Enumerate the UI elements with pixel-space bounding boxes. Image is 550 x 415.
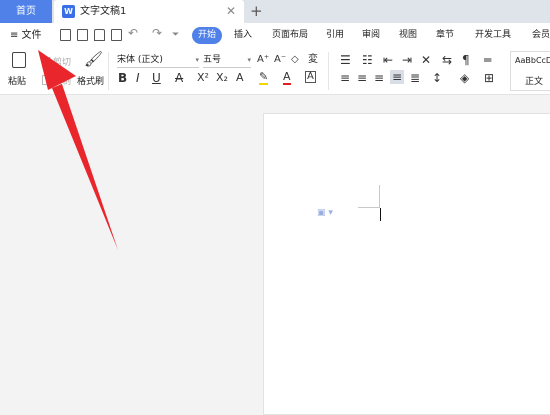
tab-review[interactable]: 审阅 (362, 23, 380, 48)
text-direction-icon[interactable]: ⇆ (442, 53, 452, 67)
numbered-list-icon[interactable]: ☷ (362, 53, 373, 67)
chinese-layout-icon[interactable]: ✕ (421, 53, 431, 67)
shading-icon[interactable]: ◈ (460, 71, 469, 85)
tab-sections[interactable]: 章节 (436, 23, 454, 48)
line-spacing-icon[interactable]: ↕ (432, 71, 442, 85)
print-icon[interactable] (94, 29, 105, 41)
grow-font-icon[interactable]: A⁺ (257, 53, 269, 67)
tab-member[interactable]: 会员 (532, 23, 550, 48)
align-right-icon[interactable]: ≡ (374, 71, 384, 85)
character-border-icon[interactable]: A (305, 71, 316, 83)
divider (108, 52, 109, 90)
redo-icon[interactable]: ↷ (152, 26, 162, 40)
text-effects-icon[interactable]: A (236, 71, 244, 85)
phonetic-guide-icon[interactable]: 変 (308, 53, 318, 67)
margin-corner-mark (379, 185, 380, 207)
document-page[interactable] (263, 113, 550, 415)
align-left-icon[interactable]: ≡ (340, 71, 350, 85)
format-painter-button[interactable]: 格式刷 (77, 74, 104, 87)
highlight-icon[interactable]: ✎ (259, 71, 269, 85)
decrease-indent-icon[interactable]: ⇤ (383, 53, 393, 67)
bullet-list-icon[interactable]: ☰ (340, 53, 351, 67)
menu-bar: ≡ 文件 ↶ ↷ ⏷ 开始 插入 页面布局 引用 审阅 视图 章节 开发工具 会… (0, 23, 550, 48)
file-menu[interactable]: ≡ 文件 (10, 23, 42, 48)
subscript-icon[interactable]: X₂ (216, 71, 228, 85)
clear-format-icon[interactable]: ◇ (291, 53, 299, 67)
document-title: 文字文稿1 (80, 6, 127, 17)
increase-indent-icon[interactable]: ⇥ (402, 53, 412, 67)
copy-button[interactable]: 复制 (53, 74, 71, 87)
close-tab-icon[interactable]: ✕ (226, 0, 236, 23)
font-size-value: 五号 (203, 55, 222, 65)
underline-icon[interactable]: U (152, 71, 161, 85)
ruler-icon[interactable]: ═ (484, 53, 491, 67)
italic-icon[interactable]: I (136, 71, 140, 85)
new-tab-icon[interactable]: + (250, 0, 263, 23)
copy-icon[interactable] (42, 75, 51, 85)
show-paragraph-marks-icon[interactable]: ¶ (462, 53, 470, 67)
justify-icon[interactable]: ≡ (390, 70, 405, 84)
superscript-icon[interactable]: X² (197, 71, 209, 85)
save-icon[interactable] (60, 29, 71, 41)
paste-button[interactable]: 粘贴 (8, 74, 26, 87)
export-pdf-icon[interactable] (77, 29, 88, 41)
customize-toolbar-icon[interactable]: ⏷ (172, 30, 179, 40)
style-name: 正文 (525, 77, 544, 87)
font-color-icon[interactable]: A (283, 71, 291, 85)
tab-document[interactable]: W 文字文稿1 ✕ (54, 0, 244, 23)
divider (328, 52, 329, 90)
writer-doc-icon: W (62, 5, 75, 18)
tab-developer[interactable]: 开发工具 (475, 23, 511, 48)
font-name-value: 宋体 (正文) (117, 55, 163, 65)
print-preview-icon[interactable] (111, 29, 122, 41)
ribbon-toolbar: 粘贴 ✂ 剪切 复制 🖌 格式刷 宋体 (正文) ▾ 五号 ▾ A⁺ A⁻ ◇ 変 … (0, 48, 550, 95)
format-painter-icon[interactable]: 🖌 (84, 52, 103, 67)
tab-references[interactable]: 引用 (326, 23, 344, 48)
align-center-icon[interactable]: ≡ (357, 71, 367, 85)
tab-home[interactable]: 首页 (0, 0, 52, 23)
font-size-select[interactable]: 五号 ▾ (203, 53, 251, 68)
tab-insert[interactable]: 插入 (234, 23, 252, 48)
style-gallery[interactable]: AaBbCcD 正文 (510, 51, 550, 91)
paste-icon[interactable] (12, 52, 26, 68)
shrink-font-icon[interactable]: A⁻ (274, 53, 286, 67)
tab-view[interactable]: 视图 (399, 23, 417, 48)
tab-start[interactable]: 开始 (192, 27, 223, 44)
font-name-select[interactable]: 宋体 (正文) ▾ (117, 53, 199, 68)
distributed-icon[interactable]: ≣ (410, 71, 420, 85)
tab-bar: 首页 W 文字文稿1 ✕ + (0, 0, 550, 23)
cut-icon[interactable]: ✂ (42, 53, 51, 67)
text-cursor (380, 208, 381, 221)
borders-icon[interactable]: ⊞ (484, 71, 494, 85)
tab-page-layout[interactable]: 页面布局 (272, 23, 308, 48)
margin-corner-mark (358, 207, 380, 208)
style-preview: AaBbCcD (515, 56, 550, 65)
paragraph-handle-icon[interactable]: ▣ ▾ (317, 208, 333, 218)
cut-button[interactable]: 剪切 (53, 55, 71, 68)
bold-icon[interactable]: B (118, 71, 127, 85)
strikethrough-icon[interactable]: A (175, 71, 183, 85)
undo-icon[interactable]: ↶ (128, 26, 138, 40)
